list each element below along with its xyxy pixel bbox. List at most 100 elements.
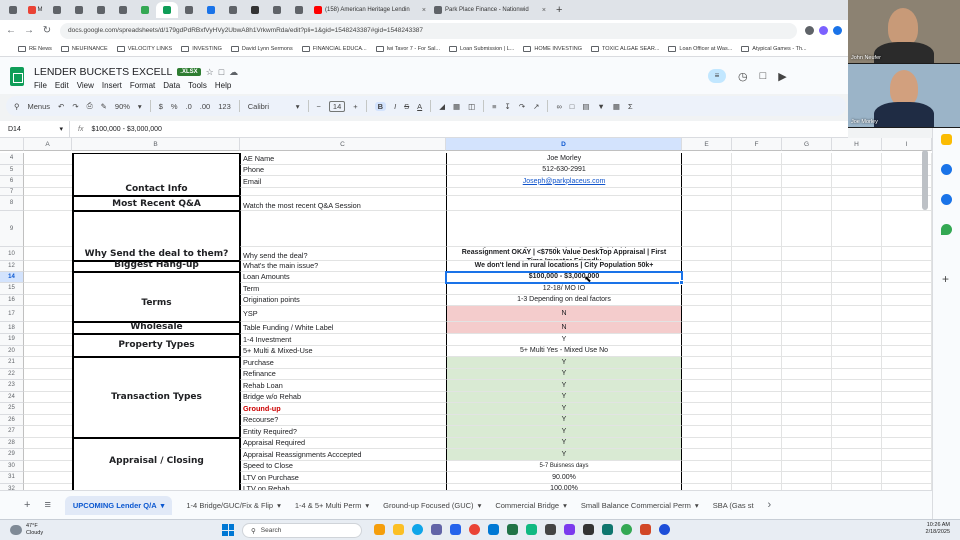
app-icon[interactable] <box>545 524 556 535</box>
row-header[interactable]: 21 <box>0 357 24 369</box>
add-sheet-icon[interactable]: + <box>24 499 30 511</box>
row-header[interactable]: 7 <box>0 187 24 196</box>
cell-empty[interactable] <box>24 283 72 295</box>
text-color-button[interactable]: A <box>417 102 422 111</box>
cell-empty[interactable] <box>832 345 882 357</box>
row-header[interactable]: 5 <box>0 164 24 176</box>
chrome-icon[interactable] <box>469 524 480 535</box>
cell-empty[interactable] <box>782 211 832 247</box>
cell-empty[interactable] <box>732 449 782 461</box>
bookmark-item[interactable]: INVESTING <box>181 45 222 52</box>
comment-icon[interactable]: □ <box>760 70 767 82</box>
cell-empty[interactable] <box>732 391 782 403</box>
cell-empty[interactable] <box>882 211 932 247</box>
bookmark-item[interactable]: NEUFINANCE <box>60 45 108 52</box>
cell-empty[interactable] <box>682 460 732 472</box>
cell-empty[interactable] <box>24 295 72 306</box>
cell-c-label[interactable]: Phone <box>240 164 446 176</box>
chevron-down-icon[interactable]: ▾ <box>296 102 300 111</box>
cell-empty[interactable] <box>682 426 732 438</box>
cell-empty[interactable] <box>782 164 832 176</box>
row-header[interactable]: 14 <box>0 271 24 283</box>
browser-tab[interactable] <box>156 2 178 18</box>
cell-empty[interactable] <box>882 460 932 472</box>
cell-empty[interactable] <box>832 306 882 322</box>
cell-c-label[interactable]: Watch the most recent Q&A Session <box>240 195 446 211</box>
row-header[interactable]: 17 <box>0 306 24 322</box>
cell-empty[interactable] <box>782 306 832 322</box>
cell-empty[interactable] <box>832 460 882 472</box>
history-icon[interactable]: ◷ <box>738 70 748 83</box>
cell-c-label[interactable]: Recourse? <box>240 414 446 426</box>
browser-tab[interactable] <box>288 2 310 18</box>
menu-view[interactable]: View <box>77 81 94 90</box>
document-title[interactable]: LENDER BUCKETS EXCELL <box>34 66 172 78</box>
cell-empty[interactable] <box>832 403 882 415</box>
cell-empty[interactable] <box>882 261 932 272</box>
cell-empty[interactable] <box>682 380 732 392</box>
cell-empty[interactable] <box>24 472 72 484</box>
video-tile[interactable]: John Neufer <box>848 0 960 63</box>
cell-c-label[interactable]: Purchase <box>240 357 446 369</box>
horizontal-align-icon[interactable]: ≡ <box>492 102 496 111</box>
cell-empty[interactable] <box>732 247 782 261</box>
all-sheets-icon[interactable]: ≡ <box>44 499 50 511</box>
sheet-tab[interactable]: Ground-up Focused (GUC) ▾ <box>383 501 481 510</box>
cell-d-value[interactable]: 512-630-2991 <box>446 164 682 176</box>
chevron-down-icon[interactable]: ▾ <box>161 501 165 510</box>
cell-empty[interactable] <box>882 391 932 403</box>
cell-empty[interactable] <box>732 187 782 196</box>
number-format-button[interactable]: 123 <box>218 102 231 111</box>
cell-empty[interactable] <box>782 261 832 272</box>
sheet-tab[interactable]: 1-4 Bridge/GUC/Fix & Flip ▾ <box>186 501 280 510</box>
fill-handle[interactable] <box>679 280 684 285</box>
store-icon[interactable] <box>450 524 461 535</box>
system-clock[interactable]: 10:26 AM 2/18/2025 <box>876 522 950 537</box>
row-header[interactable]: 19 <box>0 334 24 346</box>
browser-tab[interactable] <box>112 2 134 18</box>
browser-tab[interactable] <box>134 2 156 18</box>
cell-c-label[interactable]: Rehab Loan <box>240 380 446 392</box>
bookmark-item[interactable]: Iwi Tavor 7 - For Sal... <box>375 45 440 52</box>
cell-empty[interactable] <box>832 283 882 295</box>
cell-c-label[interactable]: Email <box>240 176 446 188</box>
search-menus-icon[interactable]: ⚲ <box>14 102 20 111</box>
browser-tab[interactable]: Park Place Finance - Nationwid × <box>430 2 550 18</box>
cell-empty[interactable] <box>732 334 782 346</box>
cell-empty[interactable] <box>832 472 882 484</box>
column-header-g[interactable]: G <box>782 138 832 151</box>
cell-c-label[interactable]: Appraisal Required <box>240 437 446 449</box>
cell-d-value[interactable]: N <box>446 306 682 322</box>
cell-empty[interactable] <box>732 283 782 295</box>
cell-d-value[interactable]: Y <box>446 334 682 346</box>
taskbar-search[interactable]: ⚲ Search <box>242 523 362 538</box>
cell-empty[interactable] <box>24 403 72 415</box>
cell-empty[interactable] <box>832 187 882 196</box>
strikethrough-button[interactable]: S <box>404 102 409 111</box>
cell-empty[interactable] <box>682 357 732 369</box>
row-header[interactable]: 23 <box>0 380 24 392</box>
cell-empty[interactable] <box>24 188 72 196</box>
row-header[interactable]: 28 <box>0 437 24 449</box>
name-box[interactable]: D14 ▾ <box>0 121 70 137</box>
menu-edit[interactable]: Edit <box>55 81 69 90</box>
app-icon[interactable] <box>526 524 537 535</box>
cell-empty[interactable] <box>24 176 72 188</box>
teams-icon[interactable] <box>431 524 442 535</box>
row-header[interactable]: 29 <box>0 449 24 461</box>
close-tab-icon[interactable]: × <box>422 7 426 14</box>
borders-icon[interactable]: ▦ <box>453 102 460 111</box>
cell-empty[interactable] <box>782 334 832 346</box>
cell-empty[interactable] <box>782 247 832 261</box>
add-on-plus-icon[interactable]: + <box>942 272 949 286</box>
formula-input[interactable]: $100,000 - $3,000,000 <box>91 126 161 133</box>
column-header-d[interactable]: D <box>446 138 682 151</box>
browser-tab[interactable] <box>178 2 200 18</box>
italic-button[interactable]: I <box>394 102 396 111</box>
cell-c-label[interactable]: LTV on Purchase <box>240 472 446 484</box>
cell-empty[interactable] <box>24 392 72 403</box>
cell-empty[interactable] <box>882 271 932 283</box>
cell-empty[interactable] <box>782 391 832 403</box>
sheet-tab[interactable]: UPCOMING Lender Q/A ▾ <box>64 495 173 515</box>
cell-empty[interactable] <box>682 322 732 334</box>
